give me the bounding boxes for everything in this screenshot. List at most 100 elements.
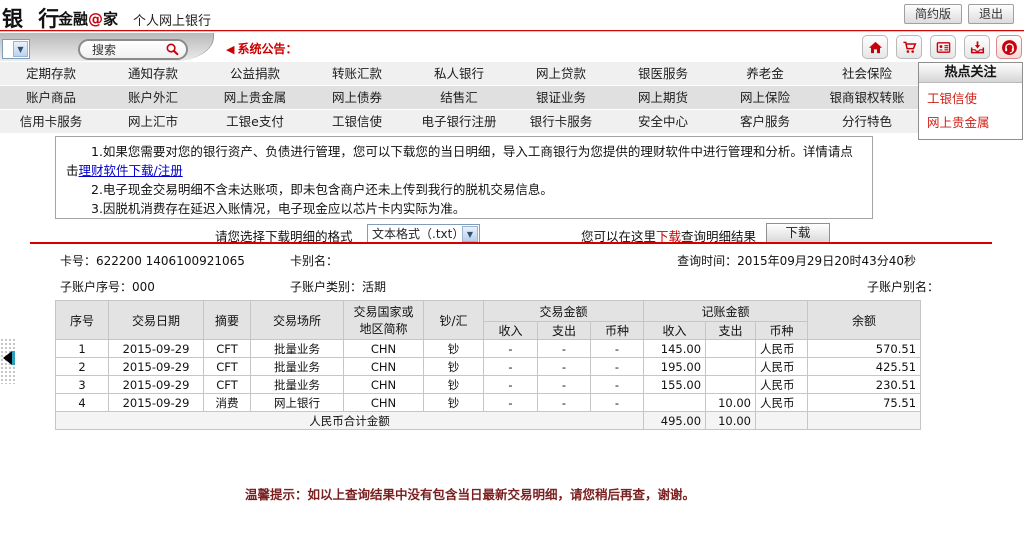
table-cell: 195.00 [644,358,706,376]
nav-item[interactable]: 养老金 [714,62,816,85]
table-cell: 网上银行 [251,394,344,412]
cart-icon [902,40,917,55]
table-cell [706,340,756,358]
nav-item[interactable]: 网上贵金属 [204,86,306,109]
nav-item[interactable]: 定期存款 [0,62,102,85]
nav-item[interactable]: 通知存款 [102,62,204,85]
table-cell: 批量业务 [251,358,344,376]
total-book-expense: 10.00 [706,412,756,430]
table-cell: 2 [56,358,109,376]
footer-warning: 温馨提示：如以上查询结果中没有包含当日最新交易明细，请您稍后再查，谢谢。 [30,484,910,503]
table-cell: 2015-09-29 [109,358,204,376]
chevron-down-icon: ▼ [462,226,478,242]
headset-icon [1001,39,1018,56]
chevron-down-icon: ▼ [13,41,28,57]
table-cell: 2015-09-29 [109,376,204,394]
home-button[interactable] [862,35,888,59]
table-cell: 人民币 [756,358,808,376]
nav-item[interactable]: 工银信使 [306,110,408,133]
table-cell: 钞 [424,358,484,376]
search-input[interactable]: 搜索 [78,39,188,60]
bank-logo: 银 行 [2,3,63,33]
table-cell: - [484,394,538,412]
card-number: 卡号：622200 1406100921065 [60,252,245,269]
table-cell: 2015-09-29 [109,394,204,412]
download-button[interactable]: 下载 [766,223,830,243]
table-cell: 人民币 [756,376,808,394]
col-place: 交易场所 [251,301,344,340]
table-cell: 425.51 [808,358,921,376]
table-cell: - [538,394,591,412]
table-cell: 人民币 [756,340,808,358]
service-button[interactable] [996,35,1022,59]
table-cell: 钞 [424,394,484,412]
table-cell: - [591,358,644,376]
nav-item[interactable]: 分行特色 [816,110,918,133]
inbox-download-icon [970,40,985,55]
category-dropdown[interactable]: ▼ [2,39,30,59]
cart-button[interactable] [896,35,922,59]
inbox-button[interactable] [964,35,990,59]
table-row: 42015-09-29消费网上银行CHN钞---10.00人民币75.51 [56,394,921,412]
table-cell: - [538,376,591,394]
nav-item[interactable]: 信用卡服务 [0,110,102,133]
header-divider [0,30,1024,32]
table-cell: 人民币 [756,394,808,412]
table-cell: 批量业务 [251,340,344,358]
nav-item[interactable]: 网上债券 [306,86,408,109]
nav-row: 定期存款通知存款公益捐款转账汇款私人银行网上贷款银医服务养老金社会保险 [0,62,918,85]
nav-item[interactable]: 工银e支付 [204,110,306,133]
table-cell: 钞 [424,376,484,394]
sub-account-alias: 子账户别名： [867,278,939,295]
nav-item[interactable]: 社会保险 [816,62,918,85]
col-book-expense: 支出 [706,322,756,340]
sub-account-type: 子账户类别：活期 [290,278,386,295]
table-cell: 155.00 [644,376,706,394]
collapse-sidebar-handle[interactable] [3,351,12,365]
table-cell [706,376,756,394]
nav-item[interactable]: 银商银权转账 [816,86,918,109]
nav-item[interactable]: 网上保险 [714,86,816,109]
table-cell: 钞 [424,340,484,358]
table-cell: - [591,340,644,358]
nav-item[interactable]: 网上汇市 [102,110,204,133]
col-book-currency: 币种 [756,322,808,340]
nav-item[interactable]: 银医服务 [612,62,714,85]
nav-item[interactable]: 账户外汇 [102,86,204,109]
table-cell: 1 [56,340,109,358]
brand-logo: 金融@家 [58,8,118,29]
simple-version-button[interactable]: 简约版 [904,4,962,24]
nav-item[interactable]: 电子银行注册 [408,110,510,133]
software-download-link[interactable]: 理财软件下载/注册 [79,163,183,178]
format-select[interactable]: 文本格式（.txt） ▼ [367,224,480,244]
nav-item[interactable]: 网上期货 [612,86,714,109]
table-body: 12015-09-29CFT批量业务CHN钞---145.00人民币570.51… [56,340,921,430]
nav-item[interactable]: 安全中心 [612,110,714,133]
hot-topic-link[interactable]: 网上贵金属 [919,107,1022,131]
notice-line-1: 1.如果您需要对您的银行资产、负债进行管理，您可以下载您的当日明细，导入工商银行… [66,142,862,180]
contacts-button[interactable] [930,35,956,59]
col-country: 交易国家或地区简称 [344,301,424,340]
query-time: 查询时间：2015年09月29日20时43分40秒 [677,252,916,269]
search-placeholder: 搜索 [92,41,165,58]
logout-button[interactable]: 退出 [968,4,1014,24]
nav-item[interactable]: 账户商品 [0,86,102,109]
total-balance [808,412,921,430]
notice-box: 1.如果您需要对您的银行资产、负债进行管理，您可以下载您的当日明细，导入工商银行… [55,136,873,219]
col-group-book: 记账金额 [644,301,808,322]
table-cell: - [484,340,538,358]
nav-item[interactable]: 转账汇款 [306,62,408,85]
nav-row: 信用卡服务网上汇市工银e支付工银信使电子银行注册银行卡服务安全中心客户服务分行特… [0,110,918,133]
table-cell: CFT [204,340,251,358]
nav-item[interactable]: 私人银行 [408,62,510,85]
nav-row: 账户商品账户外汇网上贵金属网上债券结售汇银证业务网上期货网上保险银商银权转账 [0,86,918,109]
nav-item[interactable]: 银证业务 [510,86,612,109]
nav-item[interactable]: 银行卡服务 [510,110,612,133]
nav-item[interactable]: 网上贷款 [510,62,612,85]
account-info-row-2: 子账户序号：000 子账户类别：活期 子账户别名： [0,278,1024,294]
system-announcement: ◀系统公告： [226,40,297,57]
nav-item[interactable]: 结售汇 [408,86,510,109]
hot-topic-link[interactable]: 工银信使 [919,83,1022,107]
nav-item[interactable]: 公益捐款 [204,62,306,85]
nav-item[interactable]: 客户服务 [714,110,816,133]
